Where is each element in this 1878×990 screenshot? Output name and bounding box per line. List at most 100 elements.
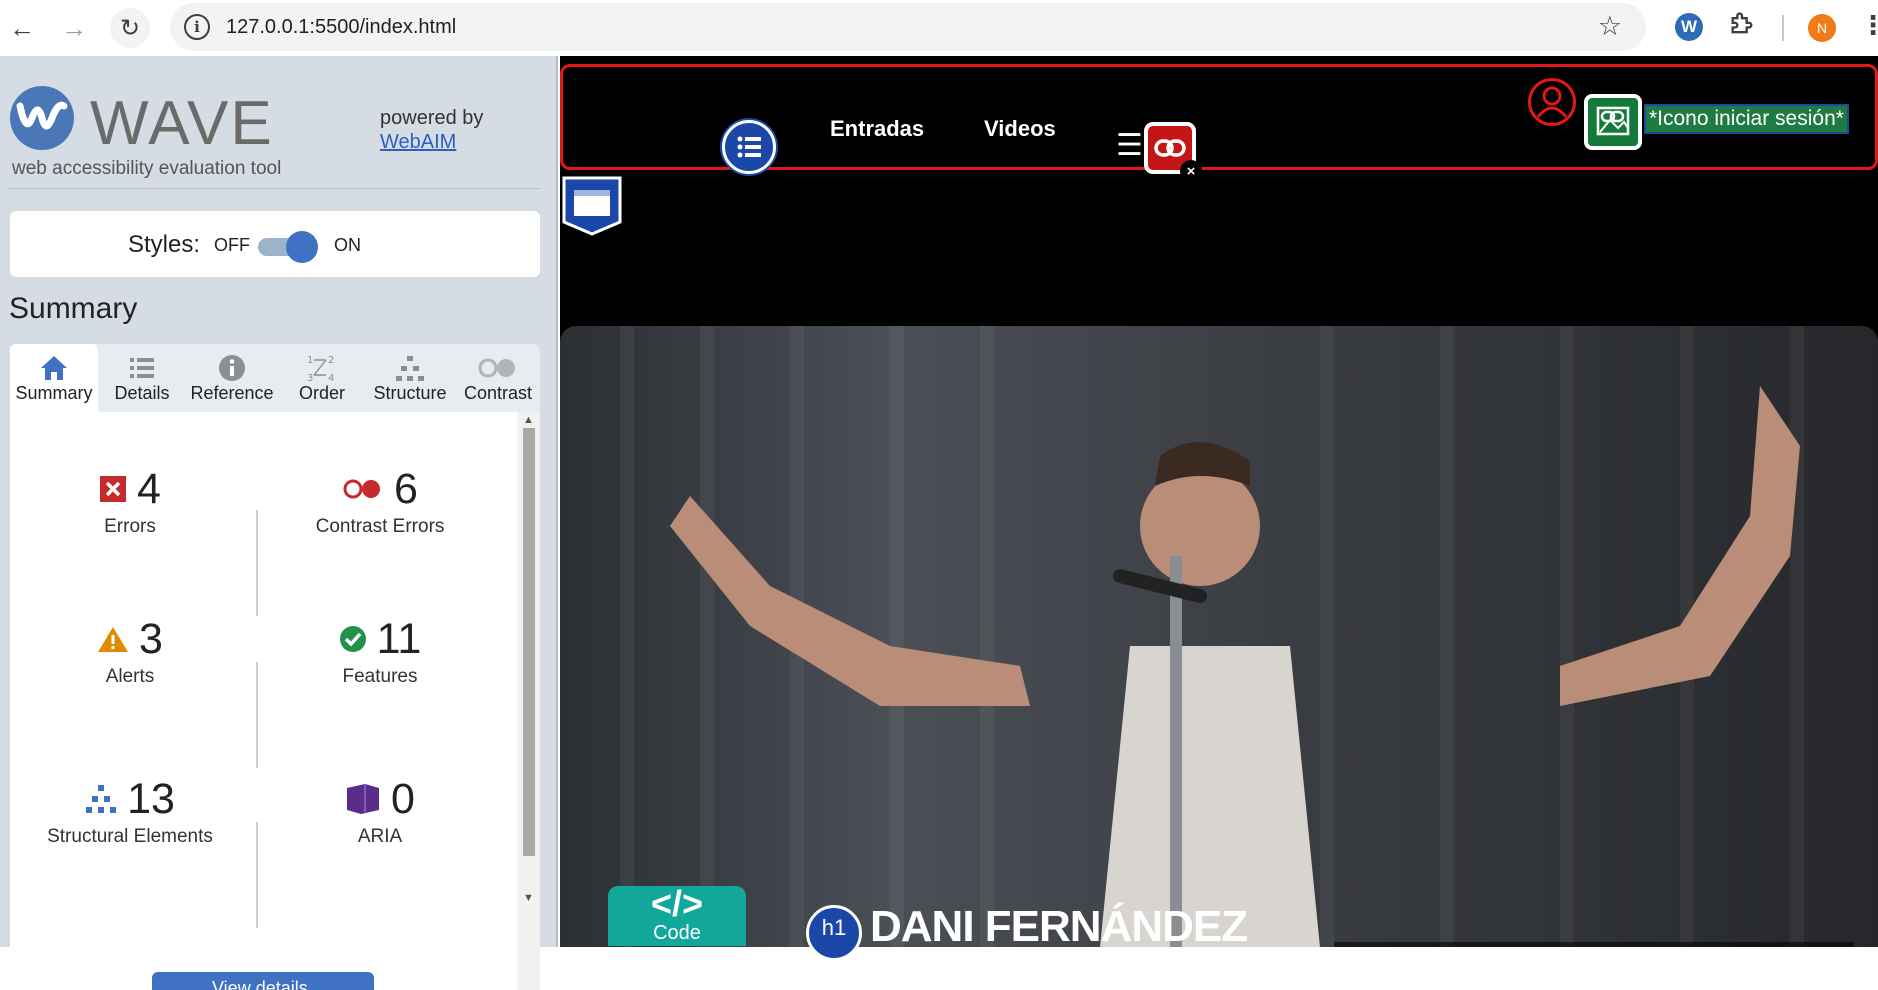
- info-icon: [219, 355, 245, 381]
- code-element-icon[interactable]: </> Code: [608, 886, 746, 946]
- order-icon: 1 2 3 4: [307, 355, 334, 383]
- wave-tabs: Summary Details Reference 1 2 3 4 Order Str…: [10, 344, 540, 412]
- alert-icon: [98, 627, 129, 652]
- stat-value: 6: [394, 464, 418, 513]
- error-icon: [100, 476, 127, 502]
- scrollbar-thumb[interactable]: [523, 428, 535, 856]
- stat-alerts[interactable]: 3 Alerts: [10, 614, 250, 688]
- hero-heading: DANI FERNÁNDEZ: [870, 902, 1248, 951]
- tab-label: Details: [114, 383, 170, 403]
- linked-image-feature-icon[interactable]: [1584, 94, 1642, 150]
- styles-on-label: ON: [334, 235, 361, 255]
- browser-menu-icon[interactable]: ⋮: [1860, 10, 1878, 41]
- scroll-down-arrow-icon[interactable]: ▼: [523, 892, 534, 904]
- address-bar[interactable]: i 127.0.0.1:5500/index.html ☆: [170, 3, 1646, 51]
- wave-logo-icon: [10, 86, 74, 150]
- h1-heading-icon[interactable]: h1: [806, 905, 862, 961]
- tab-structure[interactable]: Structure: [366, 344, 454, 412]
- reload-button[interactable]: ↻: [110, 8, 150, 48]
- structure-icon: [396, 356, 424, 381]
- home-icon: [41, 356, 67, 380]
- tab-label: Contrast: [463, 383, 533, 403]
- url-text: 127.0.0.1:5500/index.html: [226, 16, 457, 38]
- bookmark-star-icon[interactable]: ☆: [1598, 11, 1622, 42]
- stat-label: Structural Elements: [47, 826, 213, 847]
- divider: [256, 662, 258, 768]
- stat-label: Errors: [104, 516, 156, 537]
- toolbar-divider: [1782, 15, 1784, 41]
- code-symbol: </>: [650, 883, 704, 924]
- close-icon: ×: [1180, 160, 1202, 182]
- arrow-right-icon: →: [61, 12, 87, 43]
- stat-label: Features: [342, 666, 418, 687]
- list-structure-icon[interactable]: [722, 120, 776, 174]
- summary-panel: 4 Errors 6 Contrast Errors 3 Alerts 11 F…: [10, 412, 540, 990]
- stat-features[interactable]: 11 Features: [260, 614, 500, 688]
- stat-errors[interactable]: 4 Errors: [10, 464, 250, 538]
- stat-value: 0: [391, 774, 415, 823]
- tab-order[interactable]: 1 2 3 4 Order: [278, 344, 366, 412]
- wave-title: WAVE: [90, 89, 274, 158]
- panel-heading: Summary: [9, 292, 138, 325]
- view-details-button[interactable]: View details: [152, 972, 374, 990]
- styles-toggle-knob[interactable]: [286, 231, 318, 263]
- hero-title-backdrop: [1334, 942, 1854, 947]
- wave-subtitle: web accessibility evaluation tool: [12, 158, 282, 179]
- hero-image: [560, 326, 1878, 947]
- divider: [256, 510, 258, 616]
- contrast-error-icon: [343, 479, 381, 499]
- tab-reference[interactable]: Reference: [186, 344, 278, 412]
- stat-contrast-errors[interactable]: 6 Contrast Errors: [260, 464, 500, 538]
- login-alt-text[interactable]: *Icono iniciar sesión*: [1644, 104, 1849, 134]
- structure-icon: [86, 785, 117, 813]
- stat-value: 11: [376, 614, 422, 663]
- tab-label: Order: [298, 383, 345, 403]
- reload-icon: ↻: [119, 14, 141, 42]
- site-info-icon[interactable]: i: [184, 14, 210, 40]
- back-button[interactable]: ←: [2, 8, 42, 48]
- stat-label: Alerts: [105, 666, 155, 687]
- stat-structural-elements[interactable]: 13 Structural Elements: [10, 774, 250, 848]
- tab-details[interactable]: Details: [98, 344, 186, 412]
- forward-button[interactable]: →: [54, 8, 94, 48]
- broken-link-error-icon[interactable]: ×: [1144, 122, 1202, 182]
- tab-label: Reference: [190, 383, 274, 403]
- powered-by-label: powered by: [380, 107, 484, 129]
- svg-text:4: 4: [328, 373, 334, 383]
- stat-label: ARIA: [357, 826, 403, 847]
- document-language-icon: [560, 174, 624, 238]
- webaim-link[interactable]: WebAIM: [380, 131, 456, 153]
- tab-label: Structure: [373, 383, 447, 403]
- stat-value: 3: [139, 614, 163, 663]
- scroll-up-arrow-icon[interactable]: ▲: [523, 414, 534, 426]
- wave-extension-icon[interactable]: W: [1675, 13, 1703, 41]
- styles-off-label: OFF: [214, 235, 250, 255]
- nav-link-videos[interactable]: Videos: [984, 116, 1056, 142]
- powered-by: powered by WebAIM: [380, 106, 483, 154]
- profile-avatar[interactable]: N: [1808, 14, 1836, 42]
- svg-text:3: 3: [307, 373, 313, 383]
- browser-toolbar: ← → ↻ i 127.0.0.1:5500/index.html ☆ W N …: [0, 0, 1878, 56]
- page-viewport: Entradas Videos ☰ × *Icono iniciar sesió…: [560, 56, 1878, 947]
- list-icon: [130, 358, 154, 378]
- svg-text:2: 2: [328, 355, 334, 366]
- user-profile-icon[interactable]: [1528, 78, 1576, 126]
- aria-icon: [347, 784, 380, 814]
- nav-link-entradas[interactable]: Entradas: [830, 116, 924, 142]
- tab-label: Summary: [15, 383, 93, 403]
- wave-sidebar: WAVE web accessibility evaluation tool p…: [0, 56, 558, 990]
- tab-contrast[interactable]: Contrast: [454, 344, 542, 412]
- singer-silhouette: [670, 386, 1800, 947]
- extensions-puzzle-icon[interactable]: [1728, 10, 1756, 45]
- stat-label: Contrast Errors: [315, 516, 445, 537]
- panel-scrollbar[interactable]: ▲ ▼: [517, 412, 540, 990]
- divider: [8, 188, 540, 189]
- hamburger-menu-icon[interactable]: ☰: [1116, 128, 1143, 163]
- feature-icon: [339, 626, 366, 652]
- tab-summary[interactable]: Summary: [10, 344, 98, 412]
- arrow-left-icon: ←: [9, 12, 35, 43]
- contrast-icon: [478, 358, 515, 378]
- stat-aria[interactable]: 0 ARIA: [260, 774, 500, 848]
- svg-text:1: 1: [307, 355, 313, 366]
- divider: [256, 822, 258, 928]
